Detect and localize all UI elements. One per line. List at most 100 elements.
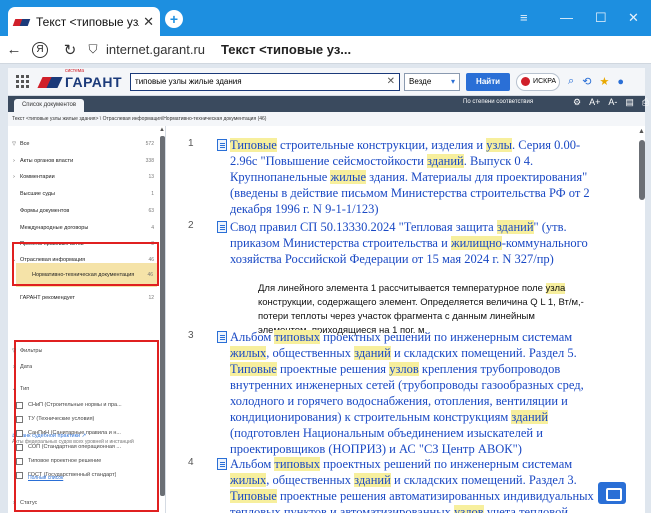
filter-type-option[interactable]: СанПиН (Санитарные правила и н... [8,426,158,440]
save-icon[interactable]: ▤ [625,97,634,108]
highlighted-term: зданий [354,346,391,360]
search-clear-icon[interactable]: ✕ [387,76,395,87]
search-query[interactable]: типовые узлы жилые здания [135,77,387,86]
checkbox[interactable] [16,415,23,423]
sort-order-select[interactable]: По степени соответствия [463,99,533,105]
toolbar-icons: ⚙ A+ A- ▤ ⎙ [573,97,649,108]
yandex-icon[interactable]: Я [32,41,48,58]
text-segment: внутренних инженерных сетей (трубопровод… [230,378,584,392]
filter-type-option-label: СанПиН (Санитарные правила и н... [28,430,121,436]
page-title: Текст <типовые уз... [221,42,352,57]
category-arrow-icon: ▽ [12,140,16,147]
new-tab-button[interactable]: + [165,10,183,28]
checkbox[interactable] [16,443,23,451]
text-line: Крупнопанельные жилые здания. Материалы … [230,169,610,185]
text-segment: , общественных [266,346,355,360]
chat-support-button[interactable] [598,482,626,504]
filter-type-option-label: СОП (Стандартная операционная ... [28,444,122,450]
text-segment: тепловых пунктов и автоматизированных [230,505,455,513]
results-scrollbar[interactable]: ▲ [637,126,645,513]
checkbox[interactable] [16,401,23,409]
shield-icon[interactable]: ⛉ [84,42,102,57]
full-list-link[interactable]: Полный список [28,475,63,481]
sidebar-scrollbar[interactable]: ▲ [159,127,165,510]
print-icon[interactable]: ⎙ [642,97,649,108]
category-label: Акты органов власти [20,157,74,164]
result-number: 3 [188,330,194,341]
settings-icon[interactable]: ⚙ [573,97,581,108]
advanced-search-icon[interactable]: ⌕ [568,75,574,88]
text-line: (подготовлен Национальным объединением и… [230,425,610,441]
filter-date[interactable]: › Дата [8,360,158,374]
filter-type[interactable]: ⌄ Тип [8,382,158,396]
chevron-right-icon: › [13,364,15,370]
result-title-link[interactable]: Типовые строительные конструкции, издели… [230,137,610,217]
text-segment: проектные решения автоматизированных инд… [276,489,594,503]
user-icon[interactable]: ● [617,76,624,88]
browser-tab[interactable]: Текст <типовые узлы ✕ [8,7,160,36]
favorites-star-icon[interactable]: ★ [599,75,609,88]
text-segment: холодного и горячего водоснабжения, отоп… [230,394,568,408]
maximize-icon[interactable]: ☐ [595,10,607,26]
filters-header[interactable]: ▽ Фильтры [8,344,158,358]
highlighted-term: жилых [230,346,267,360]
checkbox[interactable] [16,429,23,437]
text-line: хозяйства Российской Федерации от 15 мая… [230,251,610,267]
text-line: кондиционирования) к строительным констр… [230,409,610,425]
logo-text: ГАРАНТ [65,73,123,90]
highlighted-term: жилых [230,473,267,487]
filter-type-option[interactable]: СОП (Стандартная операционная ... [8,440,158,454]
close-window-icon[interactable]: ✕ [628,10,639,26]
search-scope-select[interactable]: Везде ▾ [404,72,461,91]
history-icon[interactable]: ⟲ [582,75,591,88]
category-label: Формы документов [20,207,70,214]
document-icon [217,331,227,343]
text-segment: кондиционирования) к строительным констр… [230,410,512,424]
highlighted-term: жилые [330,170,366,184]
filter-type-option[interactable]: Типовое проектное решение [8,454,158,468]
text-segment: Свод правил СП 50.13330.2024 "Тепловая з… [230,220,497,234]
highlighted-term: зданий [427,154,464,168]
font-smaller-button[interactable]: A- [608,97,617,108]
iskra-button[interactable]: ИСКРА [516,72,561,91]
text-segment: здания. Материалы для проектирования" [366,170,588,184]
tab-close-icon[interactable]: ✕ [143,14,154,30]
result-title-link[interactable]: Альбом типовых проектных решений по инже… [230,456,610,513]
text-segment: Альбом [230,457,275,471]
text-segment: и складских помещений. Раздел 5. [390,346,577,360]
tab-document-list[interactable]: Список документов [14,99,84,112]
filter-status[interactable]: › Статус [8,496,158,510]
scroll-up-icon[interactable]: ▲ [638,128,645,135]
garant-logo[interactable]: система ГАРАНТ [37,68,123,90]
result-title-link[interactable]: Свод правил СП 50.13330.2024 "Тепловая з… [230,219,610,267]
breadcrumb: Текст <типовые узлы жилые здания> \ Отра… [8,112,645,126]
highlighted-term: жилищно [450,236,502,250]
filter-type-option[interactable]: ТУ (Технические условия) [8,412,158,426]
highlighted-term: Типовые [230,362,277,376]
search-input[interactable]: типовые узлы жилые здания ✕ [130,72,401,91]
results-list: 1 Типовые строительные конструкции, издел… [166,126,637,513]
scroll-up-icon[interactable]: ▲ [159,127,165,133]
checkbox[interactable] [16,457,23,465]
checkbox[interactable] [16,471,23,479]
font-larger-button[interactable]: A+ [589,97,600,108]
text-line: Для линейного элемента 1 рассчитывается … [258,282,588,296]
text-line: конструкции, содержащего элемент. Опреде… [258,296,588,310]
back-arrow-icon[interactable]: ← [0,41,28,58]
minimize-icon[interactable]: — [560,10,573,25]
text-line: внутренних инженерных сетей (трубопровод… [230,377,610,393]
filter-type-option[interactable]: СНиП (Строительные нормы и пра... [8,398,158,412]
sidebar-category-item[interactable]: ГАРАНТ рекомендует 12 [8,288,158,307]
apps-grid-icon[interactable] [16,74,30,89]
find-button[interactable]: Найти [466,72,511,91]
text-segment: и складских помещений. Раздел 3. [390,473,577,487]
address-host[interactable]: internet.garant.ru [106,42,205,57]
reload-icon[interactable]: ↻ [56,41,84,59]
category-count: 4 [151,224,154,231]
category-count: 1 [151,190,154,197]
text-segment: (введены в действие письмом Министерства… [230,186,590,200]
result-title-link[interactable]: Альбом типовых проектных решений по инже… [230,329,610,457]
menu-icon[interactable]: ≡ [520,10,528,25]
document-icon [217,458,227,470]
text-segment: строительные конструкции, изделия и [276,138,487,152]
